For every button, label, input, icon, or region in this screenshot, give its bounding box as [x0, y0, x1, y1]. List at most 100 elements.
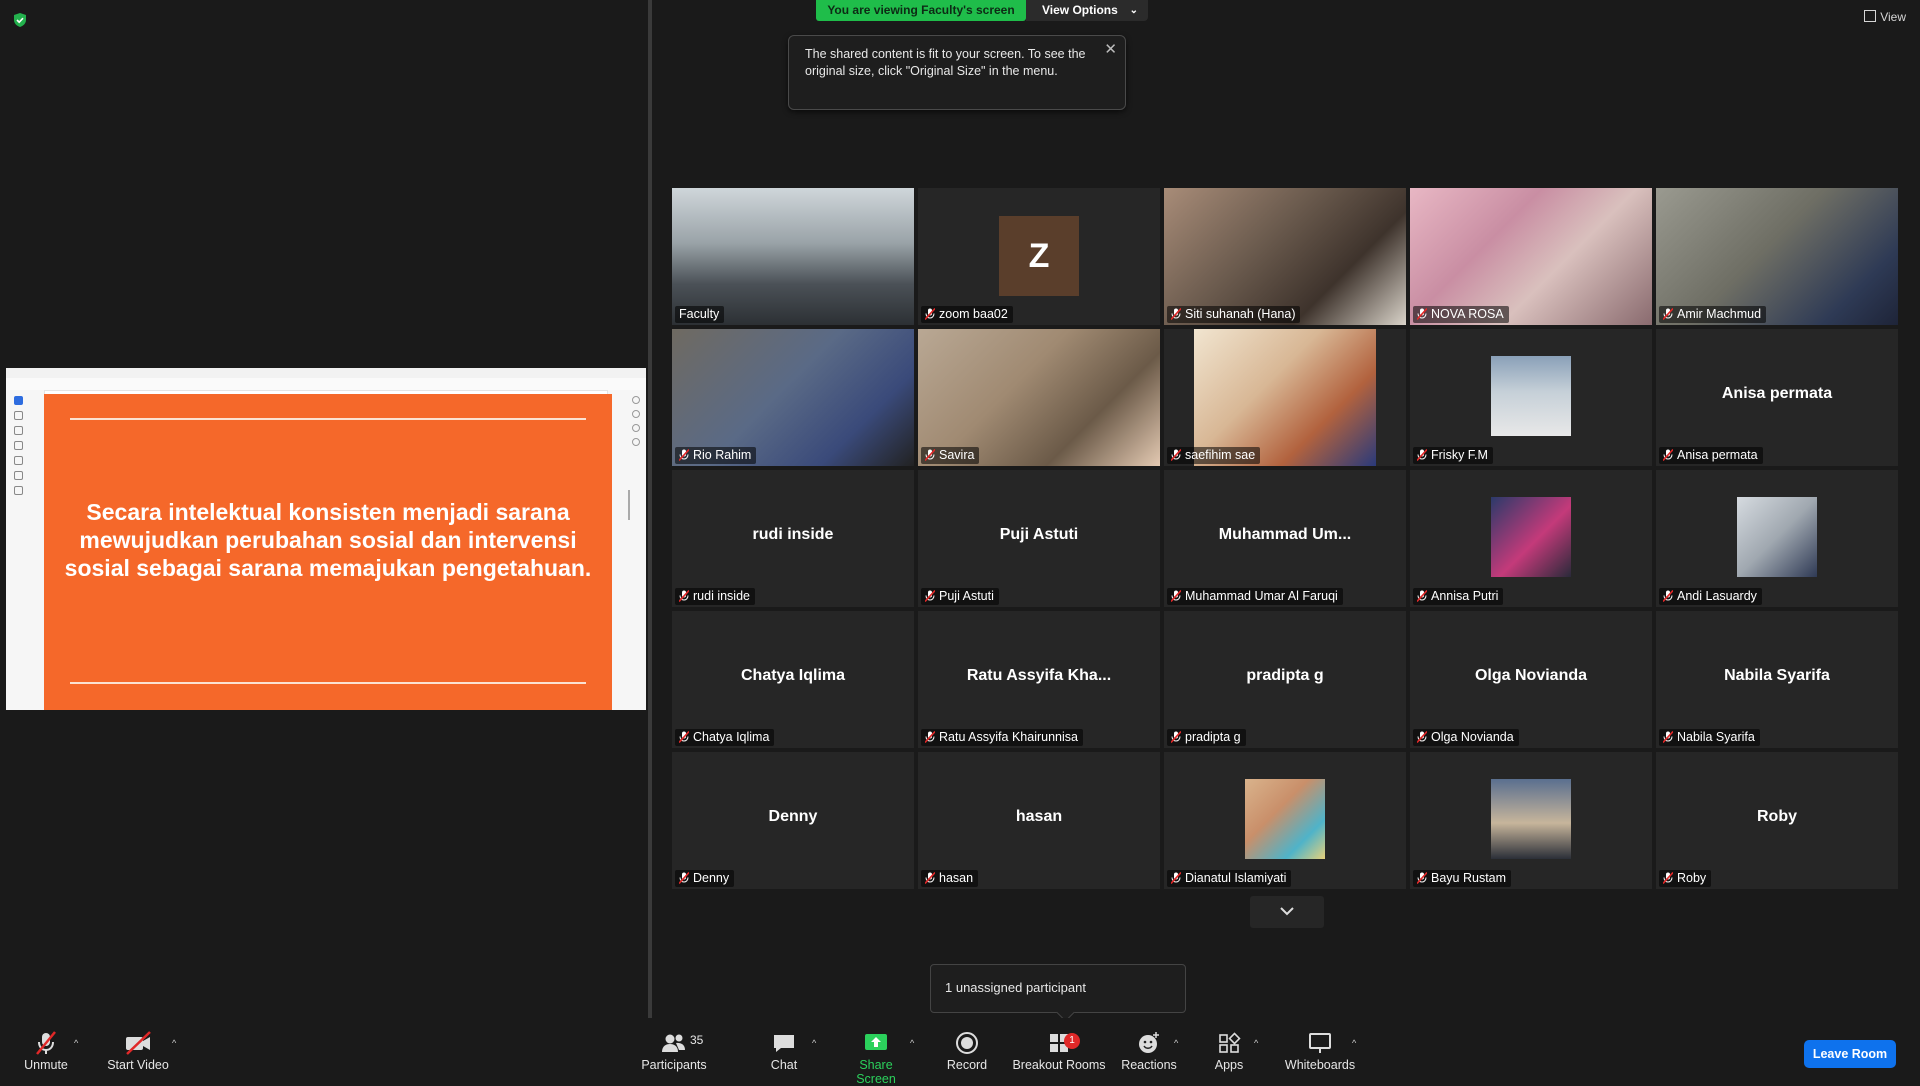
unmute-button[interactable]: Unmute — [18, 1030, 74, 1076]
reactions-smiley-icon — [1139, 1032, 1159, 1053]
view-options-label: View Options — [1042, 3, 1118, 17]
avatar — [1245, 779, 1325, 859]
participant-tile[interactable]: Andi Lasuardy — [1656, 470, 1898, 607]
microphone-muted-icon — [1663, 731, 1673, 743]
chat-label: Chat — [770, 1058, 798, 1072]
participant-name-label: Anisa permata — [1659, 447, 1763, 464]
participant-name: Rio Rahim — [693, 448, 752, 462]
participant-video — [1194, 329, 1376, 466]
slide-text: Secara intelektual konsisten menjadi sar… — [64, 499, 592, 581]
participant-tile[interactable]: Bayu Rustam — [1410, 752, 1652, 889]
participant-video — [918, 329, 1160, 466]
participant-tile[interactable]: Puji Astuti Puji Astuti — [918, 470, 1160, 607]
participant-tile[interactable]: Olga Novianda Olga Novianda — [1410, 611, 1652, 748]
microphone-muted-icon — [1171, 731, 1181, 743]
shared-screen[interactable]: Secara intelektual konsisten menjadi sar… — [6, 368, 646, 710]
next-page-button[interactable] — [1250, 896, 1324, 928]
participant-tile[interactable]: Amir Machmud — [1656, 188, 1898, 325]
participant-tile[interactable]: Rio Rahim — [672, 329, 914, 466]
participant-name-label: rudi inside — [675, 588, 755, 605]
participant-tile[interactable]: pradipta g pradipta g — [1164, 611, 1406, 748]
record-button[interactable]: Record — [942, 1030, 992, 1076]
participant-name: saefihim sae — [1185, 448, 1256, 462]
viewing-screen-banner: You are viewing Faculty's screen — [816, 0, 1026, 21]
unassigned-participant-popup[interactable]: 1 unassigned participant — [930, 964, 1186, 1022]
participant-name: Ratu Assyifa Khairunnisa — [939, 730, 1078, 744]
participant-name: Bayu Rustam — [1431, 871, 1507, 885]
participant-name: Amir Machmud — [1677, 307, 1762, 321]
apps-options-caret[interactable]: ^ — [1252, 1030, 1264, 1076]
security-shield-icon[interactable] — [12, 12, 28, 28]
participant-tile[interactable]: Denny Denny — [672, 752, 914, 889]
participant-name-label: NOVA ROSA — [1413, 306, 1509, 323]
participant-tile[interactable]: Nabila Syarifa Nabila Syarifa — [1656, 611, 1898, 748]
participant-tile[interactable]: NOVA ROSA — [1410, 188, 1652, 325]
participant-name-label: Denny — [675, 870, 735, 887]
video-options-caret[interactable]: ^ — [170, 1030, 182, 1076]
participant-tile[interactable]: Zzoom baa02 — [918, 188, 1160, 325]
participant-tile[interactable]: Siti suhanah (Hana) — [1164, 188, 1406, 325]
participant-name-label: zoom baa02 — [921, 306, 1013, 323]
participant-name: Andi Lasuardy — [1677, 589, 1757, 603]
participant-tile[interactable]: Faculty — [672, 188, 914, 325]
microphone-muted-icon — [1663, 872, 1673, 884]
leave-room-button[interactable]: Leave Room — [1804, 1040, 1896, 1068]
unassigned-text: 1 unassigned participant — [945, 980, 1086, 995]
microphone-muted-icon — [1171, 590, 1181, 602]
participant-tile[interactable]: saefihim sae — [1164, 329, 1406, 466]
participant-tile[interactable]: Annisa Putri — [1410, 470, 1652, 607]
participant-display-name: Nabila Syarifa — [1724, 667, 1830, 684]
participant-name: Denny — [693, 871, 730, 885]
whiteboard-options-caret[interactable]: ^ — [1350, 1030, 1362, 1076]
participant-tile[interactable]: Roby Roby — [1656, 752, 1898, 889]
participant-tile[interactable]: Chatya Iqlima Chatya Iqlima — [672, 611, 914, 748]
participant-name-label: Rio Rahim — [675, 447, 757, 464]
participant-tile[interactable]: hasan hasan — [918, 752, 1160, 889]
avatar — [1491, 497, 1571, 577]
view-button[interactable]: View — [1864, 10, 1906, 24]
audio-options-caret[interactable]: ^ — [72, 1030, 84, 1076]
split-divider[interactable] — [648, 0, 652, 1030]
apps-button[interactable]: Apps — [1208, 1030, 1250, 1076]
whiteboard-icon — [1309, 1033, 1331, 1053]
breakout-rooms-button[interactable]: Breakout Rooms — [1012, 1030, 1106, 1076]
avatar — [1491, 356, 1571, 436]
tooltip-text: The shared content is fit to your screen… — [805, 47, 1086, 78]
participant-name: rudi inside — [693, 589, 750, 603]
avatar: Z — [999, 216, 1079, 296]
participant-display-name: rudi inside — [752, 526, 834, 543]
view-options-button[interactable]: View Options ⌄ — [1026, 0, 1148, 21]
participant-name: zoom baa02 — [939, 307, 1008, 321]
reactions-button[interactable]: Reactions — [1120, 1030, 1178, 1076]
participant-display-name: Chatya Iqlima — [740, 667, 846, 684]
participant-tile[interactable]: Savira — [918, 329, 1160, 466]
microphone-muted-icon — [925, 308, 935, 320]
chat-button[interactable]: Chat — [762, 1030, 806, 1076]
participant-tile[interactable]: Ratu Assyifa Kha... Ratu Assyifa Khairunn… — [918, 611, 1160, 748]
chat-options-caret[interactable]: ^ — [810, 1030, 822, 1076]
microphone-muted-icon — [1417, 731, 1427, 743]
participant-name: Roby — [1677, 871, 1707, 885]
share-screen-button[interactable]: Share Screen — [840, 1030, 912, 1086]
participant-tile[interactable]: Frisky F.M — [1410, 329, 1652, 466]
microphone-muted-icon — [679, 590, 689, 602]
close-icon[interactable]: ✕ — [1104, 40, 1117, 58]
participant-name-label: Chatya Iqlima — [675, 729, 775, 746]
participant-tile[interactable]: Muhammad Um... Muhammad Umar Al Faruqi — [1164, 470, 1406, 607]
whiteboards-button[interactable]: Whiteboards — [1284, 1030, 1356, 1076]
participant-video — [1656, 188, 1898, 325]
share-options-caret[interactable]: ^ — [908, 1030, 920, 1076]
participant-tile[interactable]: Anisa permata Anisa permata — [1656, 329, 1898, 466]
reactions-options-caret[interactable]: ^ — [1172, 1030, 1184, 1076]
microphone-muted-icon — [925, 590, 935, 602]
whiteboards-label: Whiteboards — [1284, 1058, 1356, 1072]
start-video-button[interactable]: Start Video — [104, 1030, 172, 1076]
participant-tile[interactable]: rudi inside rudi inside — [672, 470, 914, 607]
participant-tile[interactable]: Dianatul Islamiyati — [1164, 752, 1406, 889]
fit-screen-tooltip: The shared content is fit to your screen… — [788, 35, 1126, 110]
participant-name: Savira — [939, 448, 975, 462]
microphone-muted-icon — [1171, 449, 1181, 461]
participant-name: Annisa Putri — [1431, 589, 1499, 603]
participant-gallery: Faculty Zzoom baa02 Siti suhanah (Hana) NOV… — [672, 188, 1904, 890]
participants-button[interactable]: Participants 35 — [636, 1030, 712, 1076]
